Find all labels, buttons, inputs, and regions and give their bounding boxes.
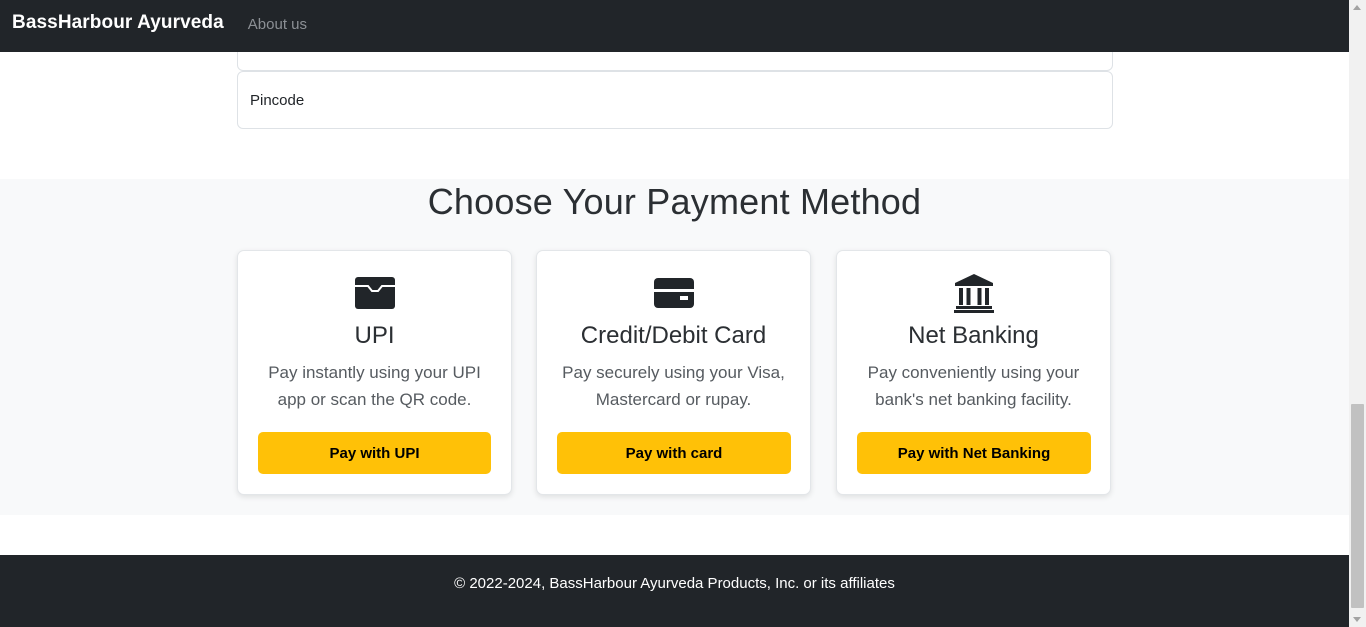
payment-card-upi: UPI Pay instantly using your UPI app or … [237,250,512,495]
pincode-field[interactable]: Pincode [237,71,1113,129]
bank-icon [837,273,1110,313]
card-title-netbanking: Net Banking [908,322,1039,349]
payment-card-card: Credit/Debit Card Pay securely using you… [536,250,811,495]
pay-with-card-button[interactable]: Pay with card [557,432,791,474]
card-description-card: Pay securely using your Visa, Mastercard… [562,363,785,409]
pay-with-net-banking-button[interactable]: Pay with Net Banking [857,432,1091,474]
page-footer: © 2022-2024, BassHarbour Ayurveda Produc… [0,555,1349,627]
nav-link-about-us[interactable]: About us [248,16,307,33]
wallet-icon [238,273,511,313]
top-navbar: BassHarbour Ayurveda About us [0,0,1349,52]
scrollbar-thumb[interactable] [1351,404,1364,608]
pay-with-upi-button[interactable]: Pay with UPI [258,432,491,474]
card-description-upi: Pay instantly using your UPI app or scan… [268,363,481,409]
payment-card-netbanking: Net Banking Pay conveniently using your … [836,250,1111,495]
brand-link[interactable]: BassHarbour Ayurveda [12,12,224,34]
card-title-upi: UPI [354,322,395,349]
scroll-up-arrow-icon[interactable] [1353,5,1361,10]
card-description-netbanking: Pay conveniently using your bank's net b… [867,363,1080,409]
payment-method-section: Choose Your Payment Method UPI Pay insta… [0,179,1349,515]
card-title-card: Credit/Debit Card [580,322,767,349]
scroll-down-arrow-icon[interactable] [1353,617,1361,622]
payment-section-title: Choose Your Payment Method [427,181,922,222]
vertical-scrollbar[interactable] [1349,0,1366,627]
footer-copyright: © 2022-2024, BassHarbour Ayurveda Produc… [454,574,895,592]
credit-card-icon [537,273,810,313]
